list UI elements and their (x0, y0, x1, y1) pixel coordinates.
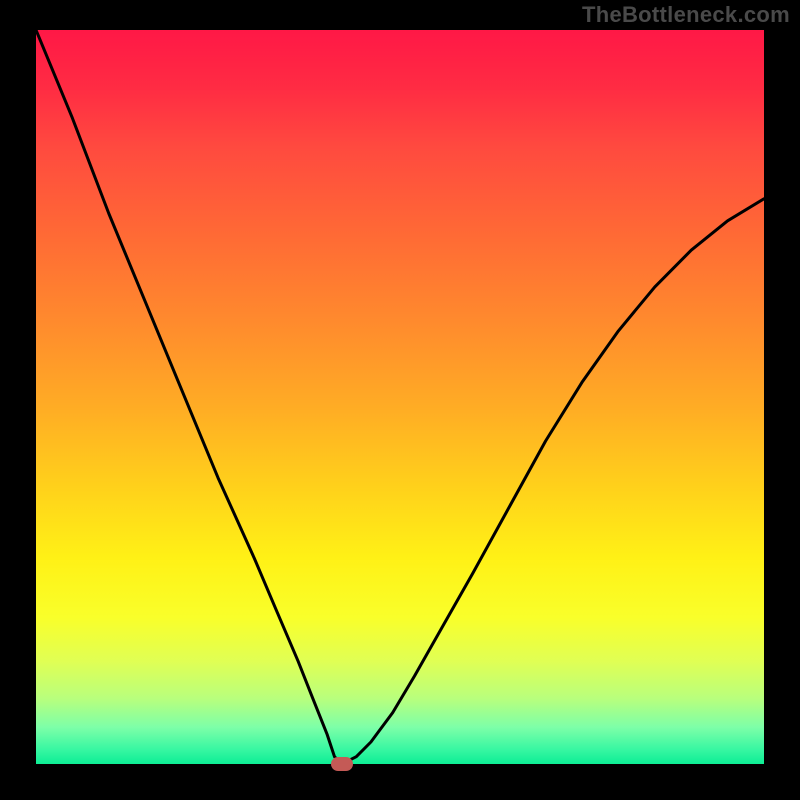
curve-plot (36, 30, 764, 764)
curve-path (36, 30, 764, 764)
watermark-text: TheBottleneck.com (582, 2, 790, 28)
minimum-marker (331, 757, 353, 771)
chart-container: TheBottleneck.com (0, 0, 800, 800)
